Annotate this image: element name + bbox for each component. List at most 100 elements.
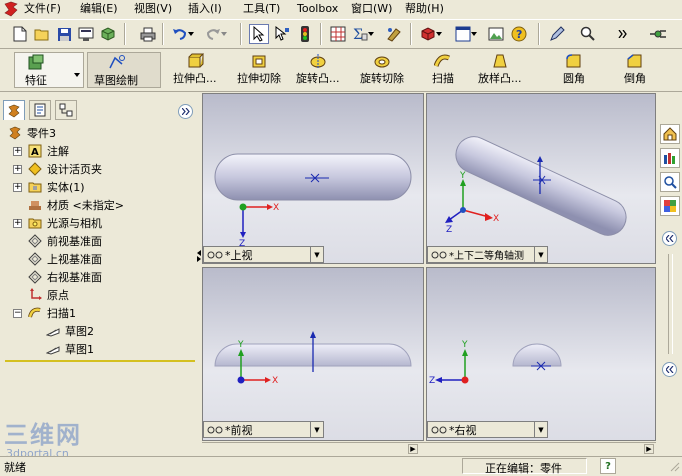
select-other-button[interactable] (272, 24, 292, 44)
menu-insert[interactable]: 插入(I) (188, 1, 222, 17)
task-pane-gripper[interactable] (668, 254, 673, 354)
annotation-icon: A (27, 143, 43, 159)
features-tab-dropdown[interactable] (74, 67, 80, 80)
scroll-right-button[interactable]: ▶ (408, 444, 418, 454)
tree-item-label: 原点 (47, 289, 69, 302)
measure-button[interactable] (547, 24, 567, 44)
tab-configuration-manager[interactable] (55, 100, 77, 120)
menu-toolbox[interactable]: Toolbox (297, 1, 338, 17)
panel-expand-button[interactable] (178, 104, 193, 119)
tree-expand-toggle[interactable]: − (13, 308, 22, 318)
save-button[interactable] (54, 24, 74, 44)
zoom-button[interactable] (578, 24, 598, 44)
part-view-iso: Y X Z (445, 136, 627, 236)
tree-item-sweep1[interactable]: − 扫描1 (13, 304, 76, 322)
addin-button[interactable] (648, 24, 668, 44)
revolve-boss-button[interactable]: 旋转凸... (296, 51, 340, 89)
task-pane-home-button[interactable] (660, 124, 680, 144)
viewport-front[interactable]: Y X (202, 267, 424, 441)
extrude-boss-button[interactable]: 拉伸凸... (173, 51, 217, 89)
redo-dropdown[interactable] (219, 24, 229, 44)
viewport-front-view-selector[interactable]: *前视 ▼ (203, 421, 324, 438)
task-pane-collapse-button[interactable] (662, 231, 677, 246)
status-help-button[interactable]: ? (600, 458, 616, 474)
menu-help[interactable]: 帮助(H) (405, 1, 444, 17)
menu-edit[interactable]: 编辑(E) (80, 1, 118, 17)
tree-item-lights-cameras[interactable]: + 光源与相机 (13, 214, 102, 232)
tree-item-annotations[interactable]: + A 注解 (13, 142, 69, 160)
command-manager: 特征 草图绘制 拉伸凸... 拉伸切除 旋转凸... 旋转切除 扫描 放样凸..… (0, 49, 682, 92)
rollback-bar[interactable] (5, 360, 195, 362)
tab-sketch[interactable]: 草图绘制 (87, 52, 161, 88)
tree-expand-toggle[interactable]: + (13, 218, 22, 228)
tab-feature-tree[interactable] (3, 100, 25, 120)
revolve-cut-button[interactable]: 旋转切除 (360, 51, 404, 89)
sketch-feature-icon (45, 323, 61, 339)
splitter-handle[interactable] (197, 250, 201, 262)
resize-grip-icon[interactable] (669, 461, 680, 472)
sweep-button[interactable]: 扫描 (432, 51, 454, 89)
task-pane-expand-button[interactable] (662, 362, 677, 377)
viewport-scrollbar[interactable]: ▶ ▶ (202, 442, 656, 455)
undo-dropdown[interactable] (186, 24, 196, 44)
toolbar-overflow-button[interactable] (617, 24, 629, 44)
task-pane-appearances-button[interactable] (660, 196, 680, 216)
part-icon (7, 125, 23, 141)
solidworks-logo-icon (4, 1, 18, 17)
tree-item-front-plane[interactable]: 前视基准面 (27, 232, 102, 250)
tree-item-sketch2[interactable]: 草图2 (45, 322, 94, 340)
toolbox-button[interactable] (384, 24, 404, 44)
viewport-right-view-selector[interactable]: *右视 ▼ (427, 421, 548, 438)
print-button[interactable] (138, 24, 158, 44)
task-pane-search-button[interactable] (660, 172, 680, 192)
help-button[interactable]: ? (509, 24, 529, 44)
tab-property-manager[interactable] (29, 100, 51, 120)
appearance-dropdown[interactable] (434, 24, 444, 44)
viewport-iso[interactable]: Y X Z (426, 93, 656, 264)
tree-item-origin[interactable]: 原点 (27, 286, 69, 304)
select-button[interactable] (249, 24, 269, 44)
menu-file[interactable]: 文件(F) (24, 1, 61, 17)
new-file-button[interactable] (10, 24, 30, 44)
options-button[interactable] (98, 24, 118, 44)
viewport-front-label: *前视 (225, 423, 253, 437)
viewport-iso-view-selector[interactable]: *上下二等角轴测 ▼ (427, 246, 548, 263)
loft-button[interactable]: 放样凸... (478, 51, 522, 89)
axis-x-label: X (273, 203, 279, 213)
tree-item-material[interactable]: 材质 <未指定> (27, 196, 124, 214)
viewport-top[interactable]: X Z (202, 93, 424, 264)
photoview-button[interactable] (486, 24, 506, 44)
open-file-button[interactable] (32, 24, 52, 44)
tree-root[interactable]: 零件3 (7, 124, 56, 142)
window-layout-dropdown[interactable] (469, 24, 479, 44)
features-tab-label: 特征 (25, 74, 47, 87)
dropdown-arrow-icon: ▼ (310, 247, 323, 262)
tree-item-sketch1[interactable]: 草图1 (45, 340, 94, 358)
tree-item-solid-bodies[interactable]: + 实体(1) (13, 178, 85, 196)
tree-item-top-plane[interactable]: 上视基准面 (27, 250, 102, 268)
tab-features[interactable]: 特征 (14, 52, 84, 88)
equations-dropdown[interactable] (366, 24, 376, 44)
viewport-right[interactable]: Y Z (426, 267, 656, 441)
viewport-top-view-selector[interactable]: *上视 ▼ (203, 246, 324, 263)
tree-expand-toggle[interactable]: + (13, 182, 22, 192)
tree-expand-toggle[interactable]: + (13, 164, 22, 174)
home-icon (663, 127, 677, 141)
rebuild-button[interactable] (295, 24, 315, 44)
chamfer-button[interactable]: 倒角 (624, 51, 646, 89)
extrude-cut-button[interactable]: 拉伸切除 (237, 51, 281, 89)
grid-button[interactable] (328, 24, 348, 44)
tree-expand-toggle[interactable]: + (13, 146, 22, 156)
task-pane-library-button[interactable] (660, 148, 680, 168)
tree-item-design-binder[interactable]: + 设计活页夹 (13, 160, 102, 178)
menu-window[interactable]: 窗口(W) (351, 1, 392, 17)
folder-open-icon (34, 29, 49, 41)
scroll-right-button[interactable]: ▶ (644, 444, 654, 454)
menu-view[interactable]: 视图(V) (134, 1, 172, 17)
tree-root-label: 零件3 (27, 127, 56, 140)
tree-item-right-plane[interactable]: 右视基准面 (27, 268, 102, 286)
fillet-button[interactable]: 圆角 (563, 51, 585, 89)
menu-tools[interactable]: 工具(T) (243, 1, 280, 17)
dropdown-arrow-icon (436, 32, 442, 36)
print-preview-button[interactable] (76, 24, 96, 44)
